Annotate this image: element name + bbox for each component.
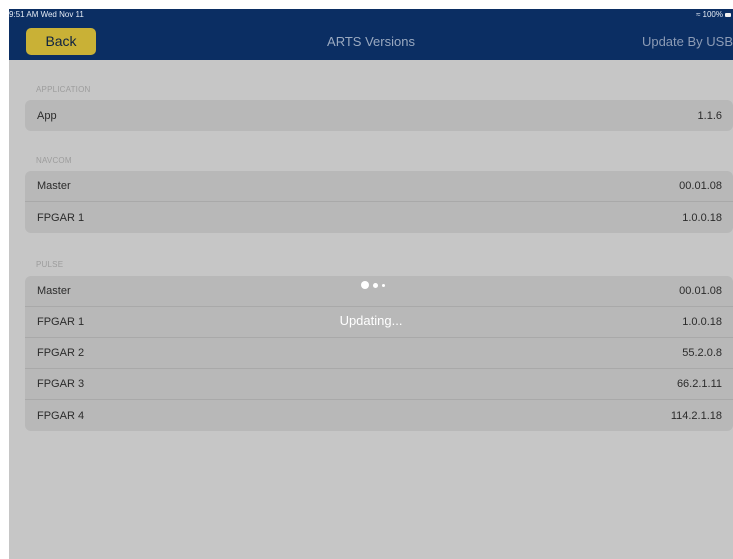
table-row[interactable]: App 1.1.6 [25, 100, 733, 131]
row-value: 66.2.1.11 [676, 378, 722, 390]
row-label: Master [37, 180, 71, 192]
wifi-icon: ≈ [696, 10, 701, 19]
table-row[interactable]: FPGAR 1 1.0.0.18 [25, 202, 733, 233]
row-value: 55.2.0.8 [682, 347, 722, 359]
row-value: 114.2.1.18 [670, 409, 722, 422]
row-label: Master [37, 285, 71, 297]
section-header-pulse: PULSE [36, 260, 64, 269]
table-row[interactable]: FPGAR 3 66.2.1.11 [25, 369, 733, 400]
row-value: 1.0.0.18 [682, 211, 722, 224]
row-label: FPGAR 2 [37, 347, 85, 359]
row-label: FPGAR 1 [37, 211, 85, 224]
navigation-bar: 9:51 AM Wed Nov 11 ≈ 100% Back ARTS Vers… [9, 9, 733, 60]
table-row[interactable]: FPGAR 4 114.2.1.18 [25, 400, 733, 431]
update-by-usb-button[interactable]: Update By USB [642, 34, 733, 49]
battery-percent: 100% [702, 10, 723, 19]
section-header-navcom: NAVCOM [36, 156, 72, 165]
status-indicators: ≈ 100% [696, 10, 731, 19]
application-group: App 1.1.6 [25, 100, 733, 131]
navcom-group: Master 00.01.08 FPGAR 1 1.0.0.18 [25, 171, 733, 233]
battery-icon [725, 12, 731, 17]
row-value: 00.01.08 [679, 180, 722, 192]
spinner-dot [382, 283, 385, 287]
table-row[interactable]: Master 00.01.08 [25, 171, 733, 202]
table-row[interactable]: FPGAR 2 55.2.0.8 [25, 338, 733, 369]
status-time-date: 9:51 AM Wed Nov 11 [9, 10, 84, 19]
section-header-application: APPLICATION [36, 85, 91, 94]
spinner-dot [373, 282, 378, 288]
row-label: FPGAR 3 [37, 378, 85, 390]
page-title: ARTS Versions [327, 34, 415, 49]
spinner-dot [361, 281, 369, 289]
row-value: 00.01.08 [679, 285, 722, 297]
pulse-group: Master 00.01.08 FPGAR 1 1.0.0.18 FPGAR 2… [25, 276, 733, 431]
updating-status-text: Updating... [339, 313, 403, 328]
loading-spinner-icon [361, 281, 385, 289]
app-screen: 9:51 AM Wed Nov 11 ≈ 100% Back ARTS Vers… [9, 9, 733, 559]
row-label: App [37, 109, 57, 122]
row-label: FPGAR 4 [37, 409, 85, 422]
row-value: 1.1.6 [697, 109, 722, 122]
